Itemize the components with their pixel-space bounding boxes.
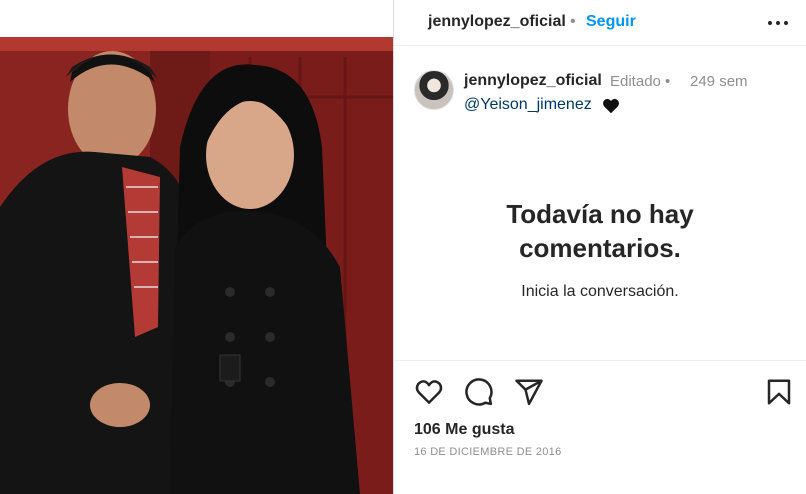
heart-outline-icon[interactable]: [414, 377, 444, 407]
send-icon[interactable]: [514, 377, 544, 407]
actions-divider: [394, 360, 806, 361]
header-separator: •: [570, 13, 576, 30]
more-horizontal-icon[interactable]: [766, 14, 790, 32]
mention-link[interactable]: @Yeison_jimenez: [464, 96, 592, 114]
bookmark-icon[interactable]: [764, 377, 794, 407]
empty-comments-subtitle: Inicia la conversación.: [521, 283, 679, 300]
post-header: jennylopez_oficial • Seguir: [394, 0, 806, 46]
header-username[interactable]: jennylopez_oficial: [428, 13, 566, 31]
like-count[interactable]: 106 Me gusta: [414, 421, 514, 439]
follow-button[interactable]: Seguir: [586, 13, 636, 31]
post-details-panel: jennylopez_oficial • Seguir jennylopez_o…: [394, 0, 806, 494]
empty-comments-title: Todavía no hay comentarios.: [394, 197, 806, 265]
empty-title-line-1: Todavía no hay: [506, 199, 694, 229]
post-caption: jennylopez_oficial Editado • 249 sem @Ye…: [394, 58, 806, 118]
post-age[interactable]: 249 sem: [690, 73, 748, 90]
comment-icon[interactable]: [464, 377, 494, 407]
post-photo[interactable]: [0, 37, 393, 494]
avatar[interactable]: [414, 70, 454, 110]
post-media-pane: [0, 0, 393, 494]
empty-title-line-2: comentarios.: [519, 233, 681, 263]
edited-label: Editado •: [610, 73, 671, 90]
caption-username[interactable]: jennylopez_oficial: [464, 72, 602, 90]
post-date[interactable]: 16 DE DICIEMBRE DE 2016: [414, 446, 562, 458]
photo-illustration: [0, 37, 393, 494]
black-heart-icon: [603, 98, 619, 114]
